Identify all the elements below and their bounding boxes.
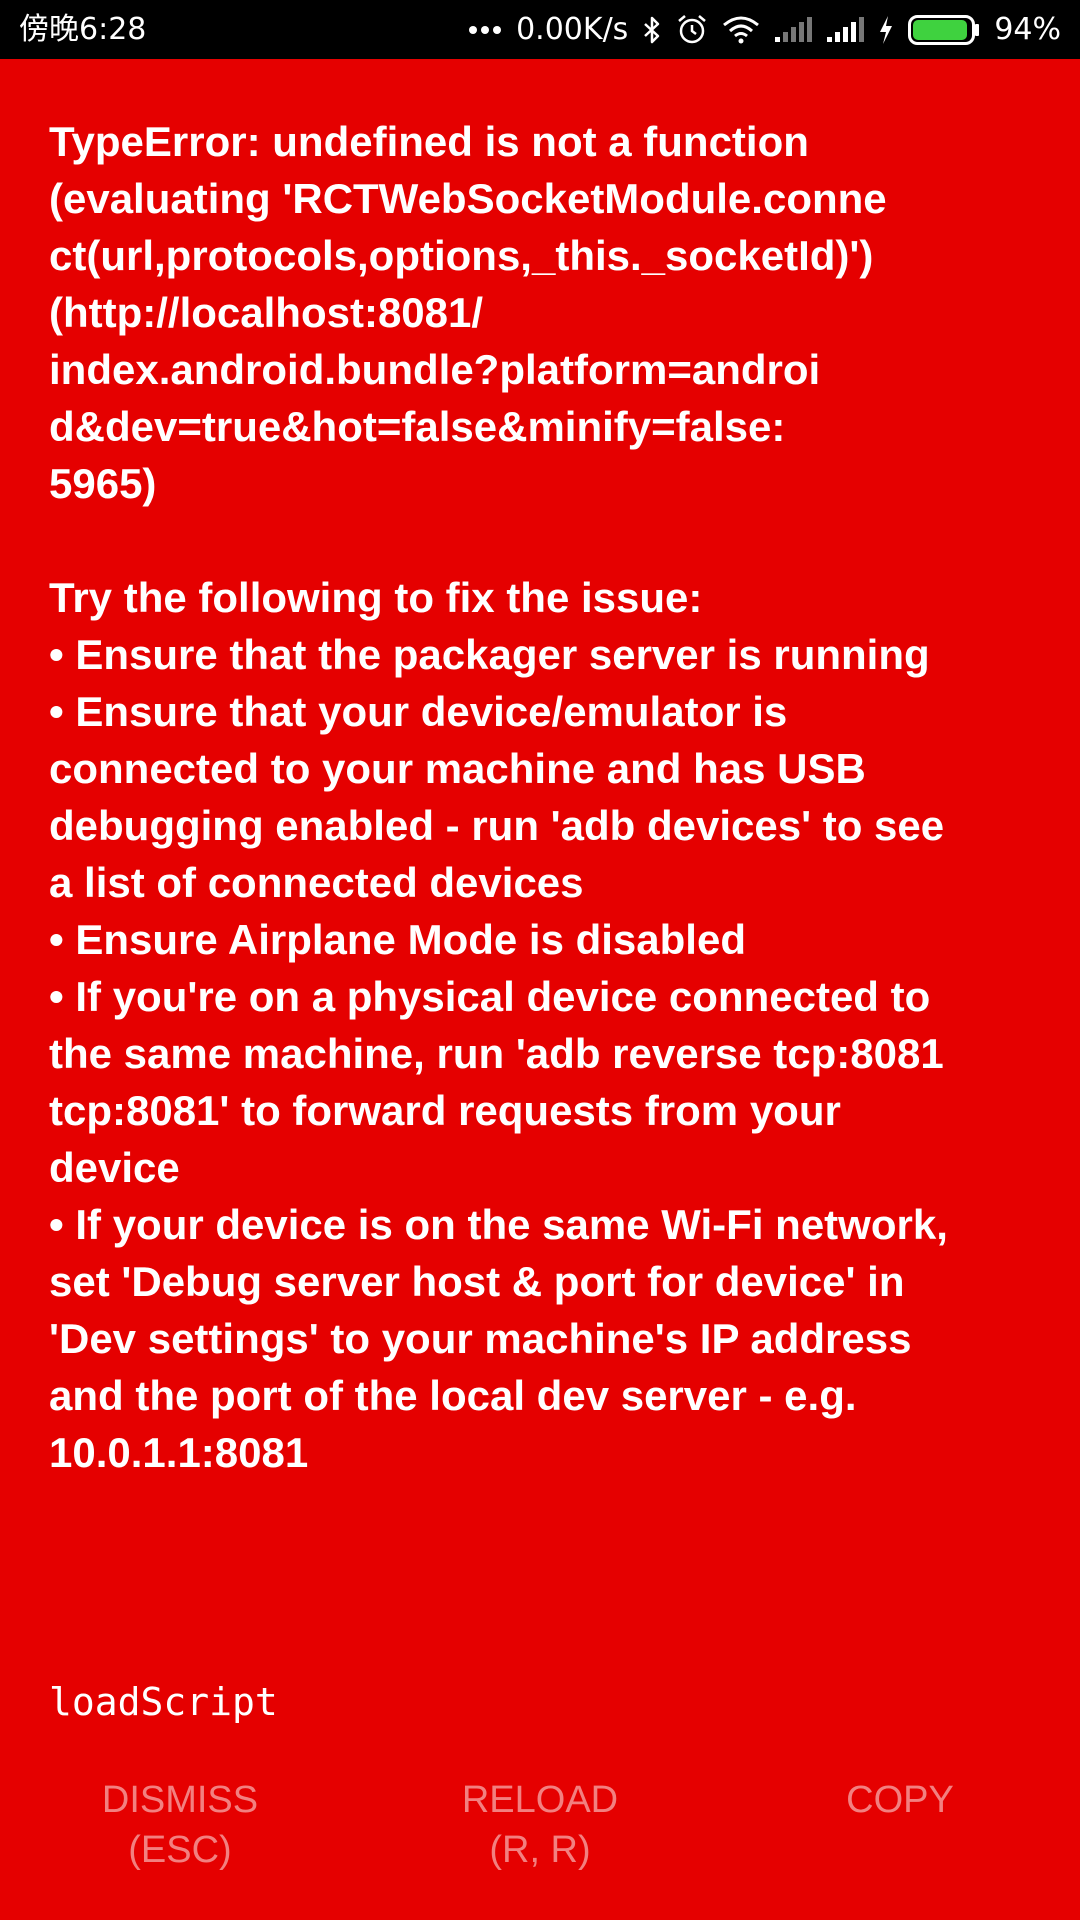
reload-button-shortcut: (R, R) [489, 1829, 591, 1871]
copy-button[interactable]: COPY [720, 1775, 1080, 1825]
battery-percent: 94% [994, 12, 1061, 47]
error-line: • Ensure that the packager server is run… [49, 631, 930, 678]
stack-trace-item[interactable]: loadScript [49, 1677, 278, 1727]
reload-button-label: RELOAD [461, 1779, 619, 1821]
error-line [49, 512, 1049, 569]
error-line: ct(url,protocols,options,_this._socketId… [49, 232, 874, 279]
error-line: d&dev=true&hot=false&minify=false: [49, 403, 786, 450]
error-button-bar: DISMISS (ESC) RELOAD (R, R) COPY [0, 1775, 1080, 1895]
reload-button[interactable]: RELOAD (R, R) [360, 1775, 720, 1875]
signal-icon [774, 16, 813, 43]
error-line: 5965) [49, 460, 157, 507]
error-line: 'Dev settings' to your machine's IP addr… [49, 1315, 912, 1362]
battery-fill [913, 19, 968, 40]
status-time: 傍晚6:28 [19, 12, 147, 47]
error-line: • Ensure Airplane Mode is disabled [49, 916, 746, 963]
error-line: (evaluating 'RCTWebSocketModule.conne [49, 175, 887, 222]
error-line: set 'Debug server host & port for device… [49, 1258, 905, 1305]
error-line: • If you're on a physical device connect… [49, 973, 931, 1020]
error-line: (http://localhost:8081/ [49, 289, 484, 336]
dismiss-button-shortcut: (ESC) [128, 1829, 232, 1871]
more-dots-icon [468, 24, 502, 36]
error-line: debugging enabled - run 'adb devices' to… [49, 802, 945, 849]
status-bar: 傍晚6:28 0.00K/s 94% [0, 0, 1080, 59]
dismiss-button-label: DISMISS [101, 1779, 259, 1821]
alarm-icon [676, 14, 708, 46]
error-message: TypeError: undefined is not a function (e… [49, 113, 1049, 1481]
error-line: the same machine, run 'adb reverse tcp:8… [49, 1030, 944, 1077]
error-line: • Ensure that your device/emulator is [49, 688, 788, 735]
dismiss-button[interactable]: DISMISS (ESC) [0, 1775, 360, 1875]
network-speed: 0.00K/s [516, 12, 629, 47]
error-line: TypeError: undefined is not a function [49, 118, 809, 165]
wifi-icon [722, 16, 760, 44]
error-line: 10.0.1.1:8081 [49, 1429, 309, 1476]
bluetooth-icon [642, 15, 662, 45]
error-line: device [49, 1144, 180, 1191]
error-line: and the port of the local dev server - e… [49, 1372, 857, 1419]
error-line: Try the following to fix the issue: [49, 574, 703, 621]
error-line: tcp:8081' to forward requests from your [49, 1087, 841, 1134]
copy-button-label: COPY [846, 1779, 954, 1821]
charging-icon [878, 15, 894, 45]
error-line: index.android.bundle?platform=androi [49, 346, 821, 393]
error-line: • If your device is on the same Wi-Fi ne… [49, 1201, 948, 1248]
signal-icon [826, 16, 865, 43]
error-line: a list of connected devices [49, 859, 584, 906]
error-line: connected to your machine and has USB [49, 745, 866, 792]
battery-icon [908, 14, 980, 45]
